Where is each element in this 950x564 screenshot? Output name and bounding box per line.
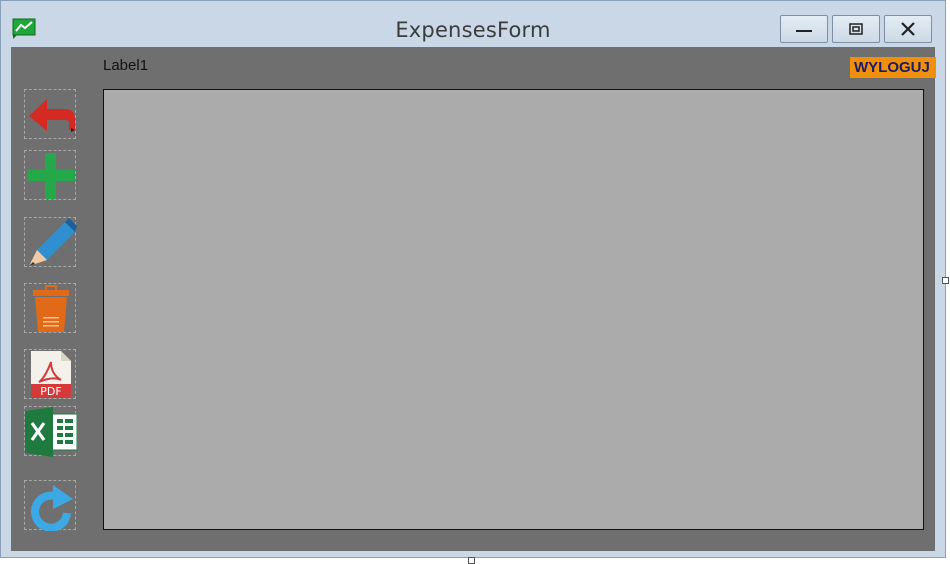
- refresh-icon: [31, 485, 73, 531]
- export-pdf-button[interactable]: PDF: [24, 349, 76, 399]
- export-excel-button[interactable]: [24, 406, 77, 457]
- minimize-button[interactable]: [780, 15, 828, 43]
- back-arrow-icon: [29, 99, 75, 132]
- resize-handle-bottom[interactable]: [468, 557, 475, 564]
- trash-icon: [33, 285, 69, 332]
- back-button[interactable]: [24, 89, 76, 139]
- form-client-area: Label1 WYLOGUJ PDF: [11, 47, 936, 551]
- close-icon: [901, 22, 915, 36]
- pdf-icon: PDF: [31, 351, 71, 398]
- edit-pencil-icon: [29, 218, 77, 266]
- delete-button[interactable]: [24, 283, 76, 333]
- label1: Label1: [103, 57, 149, 74]
- maximize-icon: [849, 23, 863, 35]
- add-icon: [27, 153, 75, 199]
- edit-button[interactable]: [24, 217, 77, 267]
- expenses-window: ExpensesForm Label1 WYLOGUJ PDF: [0, 0, 946, 558]
- refresh-button[interactable]: [24, 480, 76, 531]
- title-bar[interactable]: ExpensesForm: [1, 1, 945, 47]
- resize-handle-right[interactable]: [942, 277, 949, 284]
- svg-text:PDF: PDF: [40, 385, 61, 398]
- minimize-icon: [796, 30, 812, 32]
- add-button[interactable]: [24, 150, 76, 200]
- maximize-button[interactable]: [832, 15, 880, 43]
- logout-button[interactable]: WYLOGUJ: [850, 57, 936, 78]
- close-button[interactable]: [884, 15, 932, 43]
- excel-icon: [25, 407, 77, 457]
- expenses-grid[interactable]: [103, 89, 924, 530]
